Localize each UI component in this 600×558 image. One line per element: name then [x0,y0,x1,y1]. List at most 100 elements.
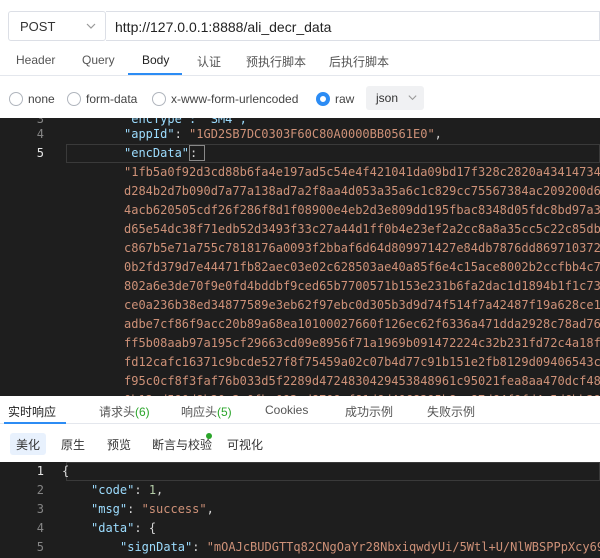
tab-response-headers[interactable]: 响应头(5) [181,403,232,420]
code-line: 2 "code": 1, [0,481,600,500]
code-line: 1 { [0,462,600,481]
radio-urlencoded[interactable]: x-www-form-urlencoded [152,92,298,106]
active-tab-indicator [128,73,182,75]
line-number: 5 [36,540,44,554]
code-line: 0b2fd379d7e44471fb82aec03e02c628503ae40a… [0,258,600,277]
code-line: ce0a236b38ed34877589e3eb62f97ebc0d305b3d… [0,296,600,315]
json-key: "msg" [91,502,128,516]
code-text: "appId": "1GD2SB7DC0303F60C80A0000BB0561… [124,127,442,141]
tab-body[interactable]: Body [142,53,169,67]
request-body-editor[interactable]: 3 "encType": "SM4", 4 "appId": "1GD2SB7D… [0,118,600,396]
tab-cookies[interactable]: Cookies [265,403,308,417]
code-text: 802a6e3de70f9e0fd4bddbf9ced65b7700571b15… [124,279,600,293]
tab-post-script[interactable]: 后执行脚本 [329,53,389,70]
json-key: "appId" [124,127,175,141]
tab-header[interactable]: Header [16,53,55,67]
radio-label: x-www-form-urlencoded [171,92,299,106]
radio-checked-icon [316,92,330,106]
tab-label: 请求头 [99,405,136,419]
status-dot-icon [206,433,212,439]
code-line: d284b2d7b090d7a77a138ad7a2f8aa4d053a35a6… [0,182,600,201]
radio-form-data[interactable]: form-data [67,92,137,106]
raw-format-value: json [376,91,399,105]
code-line: c867b5e71a755c7818176a0093f2bbaf6d64d809… [0,239,600,258]
subtab-visualize[interactable]: 可视化 [221,433,269,455]
radio-label: raw [335,92,355,106]
code-line: 4acb620505cdf26f286f8d1f08900e4eb2d3e809… [0,201,600,220]
radio-circle-icon [67,92,81,106]
chevron-down-icon [408,95,417,101]
code-line: "1fb5a0f92d3cd88b6fa4e197ad5c54e4f421041… [0,163,600,182]
response-body-viewer[interactable]: 1 { 2 "code": 1, 3 "msg": "success", 4 "… [0,462,600,558]
code-line: adbe7cf86f9acc20b89a68ea10100027660f126e… [0,315,600,334]
tab-auth[interactable]: 认证 [197,53,221,70]
count-badge: (5) [217,405,232,419]
tab-request-headers[interactable]: 请求头(6) [99,403,150,420]
request-tabs: Header Query Body 认证 预执行脚本 后执行脚本 [0,50,600,76]
line-number: 2 [36,483,44,497]
line-number: 1 [36,464,44,478]
json-key: "signData" [120,540,193,554]
code-text: "encData": [124,145,206,161]
raw-format-select[interactable]: json [366,86,424,110]
url-input[interactable]: http://127.0.0.1:8888/ali_decr_data [106,11,600,41]
code-line: ff5b08aab97a195cf29663cd09e8956f71a1969b… [0,334,600,353]
code-text: "code": 1, [91,483,164,497]
code-text: d65e54dc38f71edb52d3493f33c27a44d1ff0b4e… [124,222,600,236]
tab-label: 响应头 [181,405,218,419]
code-line: 5 "signData": "mOAJcBUDGTTq82CNgOaYr28Nb… [0,538,600,557]
line-number: 3 [36,502,44,516]
code-text: { [62,464,70,478]
code-text: "msg": "success", [91,502,214,516]
chevron-down-icon [86,23,96,29]
count-badge: (6) [135,405,150,419]
code-line: 802a6e3de70f9e0fd4bddbf9ced65b7700571b15… [0,277,600,296]
code-line: 4 "data": { [0,519,600,538]
code-text: "signData": "mOAJcBUDGTTq82CNgOaYr28Nbxi… [120,540,600,554]
radio-circle-icon [152,92,166,106]
tab-query[interactable]: Query [82,53,115,67]
response-tabs: 实时响应 请求头(6) 响应头(5) Cookies 成功示例 失败示例 [0,396,600,424]
tab-realtime-response[interactable]: 实时响应 [8,403,56,420]
code-text: "data": { [91,521,157,535]
url-value: http://127.0.0.1:8888/ali_decr_data [115,19,332,35]
http-method-value: POST [20,19,56,34]
radio-none[interactable]: none [9,92,55,106]
radio-circle-icon [9,92,23,106]
response-view-tabs: 美化 原生 预览 断言与校验 可视化 [0,424,600,462]
radio-label: form-data [86,92,138,106]
subtab-raw[interactable]: 原生 [55,433,91,455]
code-line: d65e54dc38f71edb52d3493f33c27a44d1ff0b4e… [0,220,600,239]
code-text: ce0a236b38ed34877589e3eb62f97ebc0d305b3d… [124,298,600,312]
json-key: "code" [91,483,135,497]
code-line: fd12cafc16371c9bcde527f8f75459a02c07b4d7… [0,353,600,372]
json-string: "success" [141,502,207,516]
radio-label: none [28,92,55,106]
code-text: ff5b08aab97a195cf29663cd09e8956f71a1969b… [124,336,600,350]
body-type-selector: none form-data x-www-form-urlencoded raw [0,84,600,114]
radio-raw[interactable]: raw [316,92,354,106]
json-string: "1GD2SB7DC0303F60C80A0000BB0561E0" [189,127,435,141]
code-text: "1fb5a0f92d3cd88b6fa4e197ad5c54e4f421041… [124,165,600,179]
json-brace: { [148,521,157,535]
json-string: "mOAJcBUDGTTq82CNgOaYr28NbxiqwdyUi/5Wtl+… [206,540,600,554]
http-method-select[interactable]: POST [8,11,106,41]
code-line: f95c0cf8f3faf76b033d5f2289d4724830429453… [0,372,600,391]
subtab-preview[interactable]: 预览 [101,433,137,455]
line-number: 4 [36,127,44,141]
line-number: 4 [36,521,44,535]
code-text: adbe7cf86f9acc20b89a68ea10100027660f126e… [124,317,600,331]
code-text: 0b2fd379d7e44471fb82aec03e02c628503ae40a… [124,260,600,274]
code-line: 4 "appId": "1GD2SB7DC0303F60C80A0000BB05… [0,125,600,144]
json-key: "encData" [124,146,190,160]
tab-fail-example[interactable]: 失败示例 [427,403,475,420]
code-text: c867b5e71a755c7818176a0093f2bbaf6d64d809… [124,241,600,255]
tab-success-example[interactable]: 成功示例 [345,403,393,420]
code-line: 5 "encData": [0,144,600,163]
json-key: "data" [91,521,135,535]
code-text: f95c0cf8f3faf76b033d5f2289d4724830429453… [124,374,600,388]
code-text: d284b2d7b090d7a77a138ad7a2f8aa4d053a35a6… [124,184,600,198]
tab-pre-script[interactable]: 预执行脚本 [246,53,306,70]
subtab-pretty[interactable]: 美化 [10,433,47,455]
json-number: 1 [148,483,157,497]
